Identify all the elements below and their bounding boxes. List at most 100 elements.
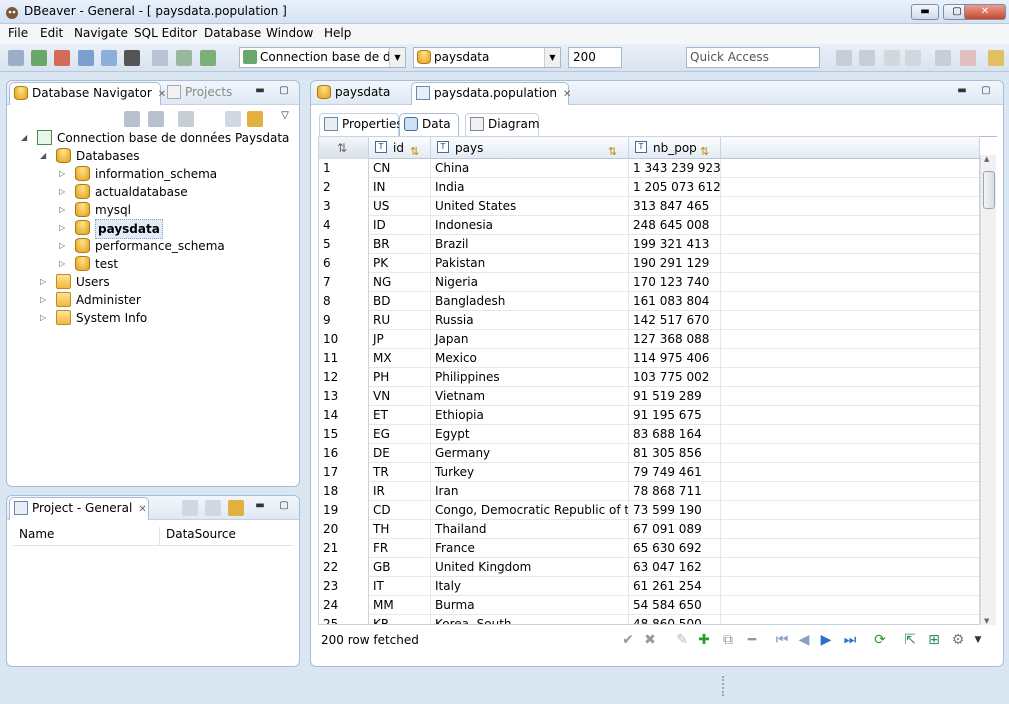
connect-icon[interactable]: [8, 50, 24, 66]
pays-cell[interactable]: Congo, Democratic Republic of the: [431, 501, 629, 520]
pays-cell[interactable]: Egypt: [431, 425, 629, 444]
pays-cell[interactable]: China: [431, 159, 629, 178]
row-number-cell[interactable]: 4: [319, 216, 369, 235]
pays-cell[interactable]: Brazil: [431, 235, 629, 254]
menu-edit[interactable]: Edit: [40, 26, 63, 40]
table-row[interactable]: 21 FR France 65 630 692: [319, 539, 979, 558]
database-selector[interactable]: paysdata ▼: [413, 47, 561, 68]
id-cell[interactable]: ID: [369, 216, 431, 235]
pays-cell[interactable]: Nigeria: [431, 273, 629, 292]
nb-pop-cell[interactable]: 1 205 073 612: [629, 178, 721, 197]
delete-icon[interactable]: [960, 50, 976, 66]
edit-icon[interactable]: ✎: [674, 632, 690, 648]
table-row[interactable]: 12 PH Philippines 103 775 002: [319, 368, 979, 387]
sort-icon[interactable]: ⇅: [410, 141, 426, 158]
table-row[interactable]: 6 PK Pakistan 190 291 129: [319, 254, 979, 273]
pays-cell[interactable]: France: [431, 539, 629, 558]
id-cell[interactable]: FR: [369, 539, 431, 558]
nb-pop-cell[interactable]: 103 775 002: [629, 368, 721, 387]
row-number-cell[interactable]: 13: [319, 387, 369, 406]
pays-cell[interactable]: Philippines: [431, 368, 629, 387]
row-number-cell[interactable]: 10: [319, 330, 369, 349]
nb-pop-cell[interactable]: 83 688 164: [629, 425, 721, 444]
column-name-header[interactable]: Name: [19, 527, 54, 541]
subtab-properties[interactable]: Properties: [319, 113, 403, 136]
id-cell[interactable]: NG: [369, 273, 431, 292]
pays-cell[interactable]: Germany: [431, 444, 629, 463]
row-number-cell[interactable]: 2: [319, 178, 369, 197]
pays-cell[interactable]: Thailand: [431, 520, 629, 539]
id-cell[interactable]: BD: [369, 292, 431, 311]
nb-pop-cell[interactable]: 54 584 650: [629, 596, 721, 615]
disconnect-icon[interactable]: [54, 50, 70, 66]
id-cell[interactable]: PH: [369, 368, 431, 387]
link-editor-icon[interactable]: [228, 500, 244, 516]
close-button[interactable]: ✕: [964, 4, 1006, 20]
row-number-cell[interactable]: 24: [319, 596, 369, 615]
transaction-icon[interactable]: [176, 50, 192, 66]
chevron-down-icon[interactable]: ▼: [970, 632, 986, 648]
id-cell[interactable]: IN: [369, 178, 431, 197]
new-script-icon[interactable]: [78, 50, 94, 66]
id-cell[interactable]: MX: [369, 349, 431, 368]
nb-pop-cell[interactable]: 91 195 675: [629, 406, 721, 425]
nb-pop-cell[interactable]: 114 975 406: [629, 349, 721, 368]
pays-cell[interactable]: Pakistan: [431, 254, 629, 273]
pays-cell[interactable]: Indonesia: [431, 216, 629, 235]
nb-pop-cell[interactable]: 91 519 289: [629, 387, 721, 406]
nb-pop-cell[interactable]: 79 749 461: [629, 463, 721, 482]
nb-pop-cell[interactable]: 48 860 500: [629, 615, 721, 624]
apply-icon[interactable]: ✔: [620, 632, 636, 648]
table-row[interactable]: 13 VN Vietnam 91 519 289: [319, 387, 979, 406]
max-rows-input[interactable]: 200: [568, 47, 622, 68]
expand-icon[interactable]: [205, 500, 221, 516]
reconnect-icon[interactable]: [31, 50, 47, 66]
row-number-cell[interactable]: 9: [319, 311, 369, 330]
maximize-icon[interactable]: ▢: [980, 86, 992, 98]
id-cell[interactable]: EG: [369, 425, 431, 444]
row-number-cell[interactable]: 7: [319, 273, 369, 292]
nb-pop-cell[interactable]: 73 599 190: [629, 501, 721, 520]
row-number-cell[interactable]: 23: [319, 577, 369, 596]
pays-cell[interactable]: Mexico: [431, 349, 629, 368]
first-page-icon[interactable]: ⏮: [774, 632, 790, 648]
id-cell[interactable]: MM: [369, 596, 431, 615]
id-cell[interactable]: DE: [369, 444, 431, 463]
table-row[interactable]: 8 BD Bangladesh 161 083 804: [319, 292, 979, 311]
pays-cell[interactable]: Korea, South: [431, 615, 629, 624]
minimize-button[interactable]: ▬: [911, 4, 939, 20]
new-connection-icon[interactable]: [124, 111, 140, 127]
pays-cell[interactable]: Ethiopia: [431, 406, 629, 425]
table-row[interactable]: 20 TH Thailand 67 091 089: [319, 520, 979, 539]
id-cell[interactable]: ET: [369, 406, 431, 425]
row-number-cell[interactable]: 22: [319, 558, 369, 577]
tab-database-navigator[interactable]: Database Navigator ✕: [9, 82, 166, 105]
id-cell[interactable]: VN: [369, 387, 431, 406]
id-cell[interactable]: GB: [369, 558, 431, 577]
row-number-cell[interactable]: 8: [319, 292, 369, 311]
table-row[interactable]: 15 EG Egypt 83 688 164: [319, 425, 979, 444]
pays-cell[interactable]: United States: [431, 197, 629, 216]
table-row[interactable]: 10 JP Japan 127 368 088: [319, 330, 979, 349]
connection-selector[interactable]: Connection base de dor ▼: [239, 47, 406, 68]
table-row[interactable]: 23 IT Italy 61 261 254: [319, 577, 979, 596]
row-number-cell[interactable]: 18: [319, 482, 369, 501]
menu-file[interactable]: File: [8, 26, 28, 40]
undo-icon[interactable]: [884, 50, 900, 66]
nb-pop-cell[interactable]: 63 047 162: [629, 558, 721, 577]
column-datasource-header[interactable]: DataSource: [159, 527, 236, 545]
nb-pop-cell[interactable]: 61 261 254: [629, 577, 721, 596]
row-number-cell[interactable]: 12: [319, 368, 369, 387]
nb-pop-cell[interactable]: 248 645 008: [629, 216, 721, 235]
pays-cell[interactable]: Russia: [431, 311, 629, 330]
table-row[interactable]: 11 MX Mexico 114 975 406: [319, 349, 979, 368]
view-menu-icon[interactable]: [178, 111, 194, 127]
table-row[interactable]: 16 DE Germany 81 305 856: [319, 444, 979, 463]
maximize-icon[interactable]: ▢: [278, 86, 290, 98]
id-cell[interactable]: BR: [369, 235, 431, 254]
pays-cell[interactable]: Italy: [431, 577, 629, 596]
nb-pop-cell[interactable]: 127 368 088: [629, 330, 721, 349]
table-row[interactable]: 24 MM Burma 54 584 650: [319, 596, 979, 615]
id-cell[interactable]: CD: [369, 501, 431, 520]
table-row[interactable]: 1 CN China 1 343 239 923: [319, 159, 979, 178]
